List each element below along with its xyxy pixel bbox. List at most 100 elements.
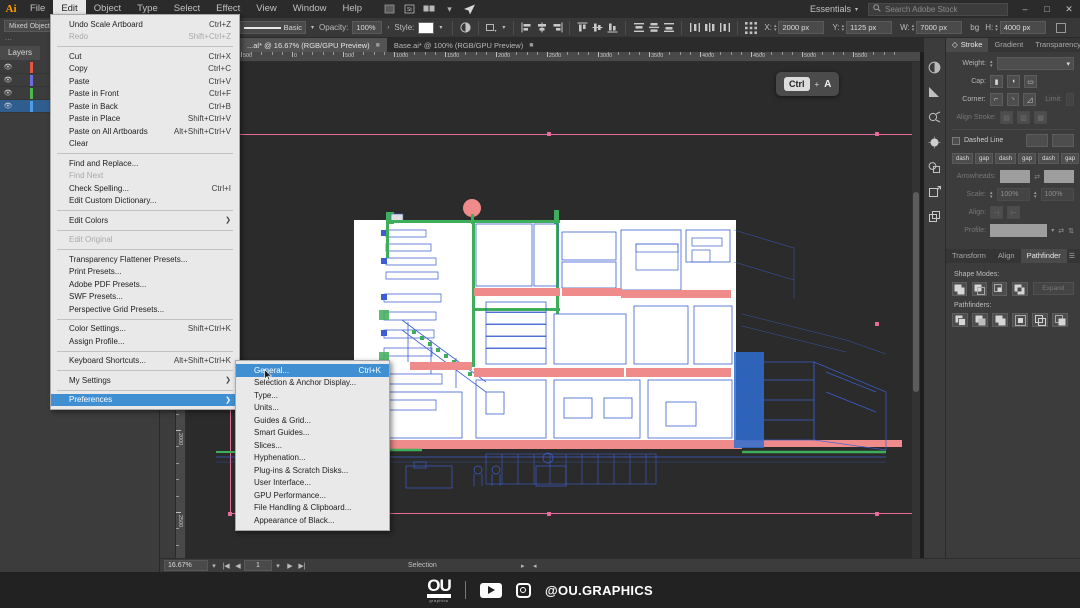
distribute-left-icon[interactable] [687,20,702,35]
submenu-item-hyphenation[interactable]: Hyphenation... [236,452,389,465]
menu-item-paste-on-all-artboards[interactable]: Paste on All ArtboardsAlt+Shift+Ctrl+V [51,125,239,138]
artboard-number-input[interactable]: 1 [244,560,272,571]
flip-across-icon[interactable]: ⇅ [1068,227,1074,235]
prev-page-icon[interactable]: ◀ [232,560,244,571]
align-right-icon[interactable] [549,20,564,35]
document-tab-base[interactable]: Base.ai* @ 100% (RGB/GPU Preview) ■ [387,38,541,52]
swap-arrowheads-icon[interactable]: ⇄ [1034,173,1040,181]
menu-item-paste-in-back[interactable]: Paste in BackCtrl+B [51,100,239,113]
menu-item-paste[interactable]: PasteCtrl+V [51,75,239,88]
align-stroke-inside-button[interactable]: ▥ [1017,111,1030,124]
align-left-icon[interactable] [519,20,534,35]
menu-item-check-spelling[interactable]: Check Spelling...Ctrl+I [51,182,239,195]
dash-align-default-button[interactable] [1026,134,1048,147]
menu-item-clear[interactable]: Clear [51,138,239,151]
share-icon[interactable] [462,3,477,16]
maximize-button[interactable]: □ [1036,0,1058,18]
align-center-horizontal-icon[interactable] [534,20,549,35]
chevron-down-icon[interactable]: ▾ [1066,60,1070,68]
distribute-top-icon[interactable] [631,20,646,35]
menu-item-find-and-replace[interactable]: Find and Replace... [51,157,239,170]
eye-icon[interactable]: 👁 [0,87,16,100]
menu-item-keyboard-shortcuts[interactable]: Keyboard Shortcuts...Alt+Shift+Ctrl+K [51,355,239,368]
dash-align-corners-button[interactable] [1052,134,1074,147]
bridge-icon[interactable] [382,3,397,16]
align-middle-vertical-icon[interactable] [590,20,605,35]
menu-item-perspective-grid-presets[interactable]: Perspective Grid Presets... [51,303,239,316]
minus-front-button[interactable] [972,282,987,296]
menu-view[interactable]: View [248,0,284,18]
weight-input[interactable]: ▾ [997,57,1074,70]
h-stepper[interactable]: ▴▾ [995,24,998,32]
crop-button[interactable] [1012,313,1028,327]
brushes-panel-icon[interactable] [927,135,943,149]
scale-start-stepper[interactable]: ▴▾ [990,191,993,199]
links-panel-icon[interactable] [927,210,943,224]
align-arrowhead-extend-button[interactable]: ⊣ [990,206,1003,219]
submenu-item-plug-ins-scratch-disks[interactable]: Plug-ins & Scratch Disks... [236,464,389,477]
gap-2-input[interactable]: gap [1018,153,1036,164]
preferences-submenu[interactable]: General...Ctrl+KSelection & Anchor Displ… [235,360,390,531]
graphic-style-swatch[interactable] [418,22,434,34]
menu-help[interactable]: Help [335,0,371,18]
transform-options-icon[interactable] [484,20,499,35]
menu-item-cut[interactable]: CutCtrl+X [51,50,239,63]
corner-miter-button[interactable]: ⌐ [990,93,1003,106]
next-page-icon[interactable]: ▶ [284,560,296,571]
menu-item-preferences[interactable]: Preferences❯ [51,394,239,407]
submenu-item-user-interface[interactable]: User Interface... [236,477,389,490]
first-page-icon[interactable]: |◀ [220,560,232,571]
menu-item-copy[interactable]: CopyCtrl+C [51,63,239,76]
cap-projecting-button[interactable]: ▭ [1024,75,1037,88]
chevron-down-icon[interactable]: ▾ [442,3,457,16]
current-tool-label[interactable]: Selection [408,562,437,569]
corner-bevel-button[interactable]: ◿ [1023,93,1036,106]
submenu-item-gpu-performance[interactable]: GPU Performance... [236,489,389,502]
menu-item-my-settings[interactable]: My Settings❯ [51,374,239,387]
menu-item-assign-profile[interactable]: Assign Profile... [51,335,239,348]
h-input[interactable]: 4000 px [1000,21,1046,34]
lock-icon[interactable] [16,100,30,113]
arrange-documents-icon[interactable] [422,3,437,16]
stroke-profile-dropdown[interactable]: Basic [240,21,306,34]
x-input[interactable]: 2000 px [778,21,824,34]
control-bar-overflow-icon[interactable] [1054,20,1069,35]
submenu-item-slices[interactable]: Slices... [236,439,389,452]
corner-round-button[interactable]: ◝ [1007,93,1020,106]
opacity-input[interactable]: 100% [352,21,382,34]
distribute-center-vertical-icon[interactable] [702,20,717,35]
align-stroke-center-button[interactable]: ▤ [1000,111,1013,124]
merge-button[interactable] [992,313,1008,327]
tab-transparency[interactable]: Transparency [1029,38,1080,52]
lock-icon[interactable] [16,74,30,87]
appearance-panel-icon[interactable] [927,160,943,174]
submenu-item-file-handling-clipboard[interactable]: File Handling & Clipboard... [236,502,389,515]
submenu-item-guides-grid[interactable]: Guides & Grid... [236,414,389,427]
workspace-switcher[interactable]: Essentials ▾ [806,4,862,14]
tab-gradient[interactable]: Gradient [988,38,1029,52]
dash-2-input[interactable]: dash [995,153,1016,164]
dashed-line-checkbox[interactable] [952,137,960,145]
y-input[interactable]: 1125 px [846,21,892,34]
arrowhead-end-dropdown[interactable] [1044,170,1074,183]
menu-item-paste-in-place[interactable]: Paste in PlaceShift+Ctrl+V [51,113,239,126]
status-menu-chevron-icon[interactable]: ▸ [517,560,529,571]
tab-align[interactable]: Align [992,249,1021,263]
trim-button[interactable] [972,313,988,327]
color-panel-icon[interactable] [927,60,943,74]
tab-layers[interactable]: Layers [0,46,40,60]
submenu-item-selection-anchor-display[interactable]: Selection & Anchor Display... [236,377,389,390]
scale-end-input[interactable]: 100% [1041,188,1074,201]
menu-item-edit-colors[interactable]: Edit Colors❯ [51,214,239,227]
cap-round-button[interactable]: ◖ [1007,75,1020,88]
scale-end-stepper[interactable]: ▴▾ [1034,191,1037,199]
menu-file[interactable]: File [22,0,53,18]
eye-icon[interactable]: 👁 [0,74,16,87]
intersect-button[interactable] [992,282,1007,296]
menu-item-color-settings[interactable]: Color Settings...Shift+Ctrl+K [51,323,239,336]
align-stroke-outside-button[interactable]: ▦ [1034,111,1047,124]
dash-3-input[interactable]: dash [1038,153,1059,164]
tab-stroke[interactable]: ◇ Stroke [946,38,988,52]
submenu-item-smart-guides[interactable]: Smart Guides... [236,427,389,440]
menu-item-swf-presets[interactable]: SWF Presets... [51,291,239,304]
